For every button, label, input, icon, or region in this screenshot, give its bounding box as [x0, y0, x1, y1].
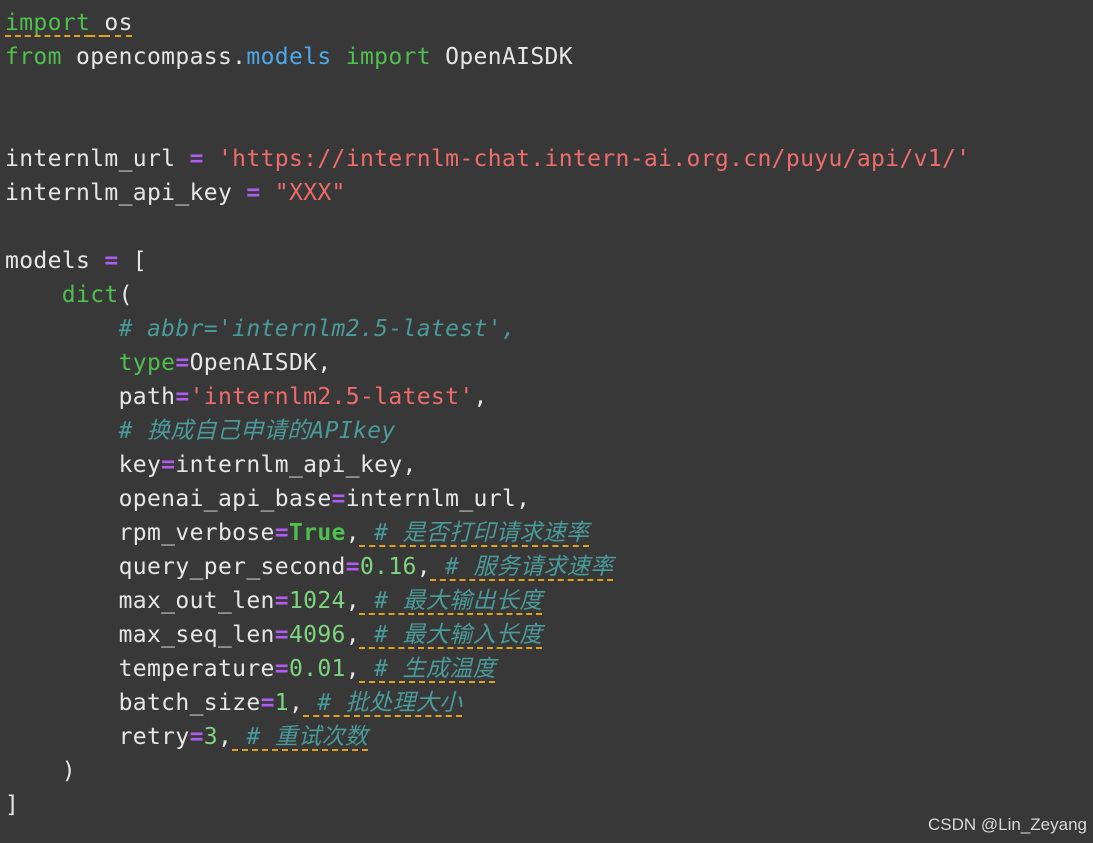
code-line-20: temperature=0.01, # 生成温度	[118, 656, 496, 682]
variable-name: internlm_url	[5, 146, 190, 172]
code-line-11: type=OpenAISDK,	[118, 350, 332, 376]
assign-operator: =	[274, 520, 289, 546]
code-line-13: # 换成自己申请的APIkey	[5, 414, 1093, 448]
param-key: path	[118, 384, 176, 410]
assign-operator: =	[260, 690, 275, 716]
param-key: retry	[118, 724, 190, 750]
code-editor: import os from opencompass.models import…	[0, 0, 1093, 843]
code-line-5: internlm_url = 'https://internlm-chat.in…	[5, 142, 1093, 176]
imported-name: OpenAISDK	[430, 44, 573, 70]
watermark: CSDN @Lin_Zeyang	[928, 815, 1087, 834]
code-comment: # 服务请求速率	[430, 554, 614, 580]
code-line-23: )	[5, 754, 1093, 788]
code-comment: # 最大输入长度	[359, 622, 543, 648]
code-line-18: max_out_len=1024, # 最大输出长度	[118, 588, 543, 614]
code-line-16: rpm_verbose=True, # 是否打印请求速率	[118, 520, 590, 546]
code-line-8: models = [	[5, 244, 1093, 278]
param-value: 0.16	[359, 554, 417, 580]
param-value: 0.01	[288, 656, 346, 682]
variable-name: models	[5, 248, 105, 274]
assign-operator: =	[189, 146, 204, 172]
param-key: temperature	[118, 656, 275, 682]
code-line-9: dict(	[5, 278, 1093, 312]
param-value: OpenAISDK	[189, 350, 318, 376]
assign-operator: =	[175, 384, 190, 410]
assign-operator: =	[274, 622, 289, 648]
variable-name: internlm_api_key	[5, 180, 247, 206]
assign-operator: =	[345, 554, 360, 580]
code-line-22: retry=3, # 重试次数	[118, 724, 369, 750]
assign-operator: =	[274, 588, 289, 614]
open-paren: (	[118, 282, 133, 308]
param-key: openai_api_base	[118, 486, 332, 512]
assign-operator: =	[246, 180, 261, 206]
code-comment: # 换成自己申请的APIkey	[118, 418, 396, 444]
module-name: os	[104, 10, 133, 36]
code-line-1: import os	[5, 6, 1093, 40]
assign-operator: =	[104, 248, 119, 274]
param-value: 1	[274, 690, 289, 716]
param-value: 'internlm2.5-latest'	[189, 384, 474, 410]
param-value: 1024	[288, 588, 346, 614]
assign-operator: =	[189, 724, 204, 750]
code-line-17: query_per_second=0.16, # 服务请求速率	[118, 554, 614, 580]
code-line-12: path='internlm2.5-latest',	[118, 384, 488, 410]
param-value: internlm_api_key	[175, 452, 403, 478]
param-key: rpm_verbose	[118, 520, 275, 546]
import-keyword: import	[5, 10, 91, 36]
param-key: key	[118, 452, 162, 478]
assign-operator: =	[175, 350, 190, 376]
code-line-19: max_seq_len=4096, # 最大输入长度	[118, 622, 543, 648]
string-literal: "XXX"	[274, 180, 346, 206]
close-paren: )	[61, 758, 76, 784]
param-value: 3	[203, 724, 218, 750]
string-literal: 'https://internlm-chat.intern-ai.org.cn/…	[217, 146, 971, 172]
param-key: max_out_len	[118, 588, 275, 614]
code-comment: # 生成温度	[359, 656, 496, 682]
code-comment: # 重试次数	[232, 724, 369, 750]
assign-operator: =	[331, 486, 346, 512]
close-bracket: ]	[5, 792, 20, 818]
code-line-15: openai_api_base=internlm_url,	[118, 486, 531, 512]
submodule-name: models	[246, 44, 332, 70]
param-key: type	[118, 350, 176, 376]
code-line-10: # abbr='internlm2.5-latest',	[5, 312, 1093, 346]
code-comment: # abbr='internlm2.5-latest',	[118, 316, 517, 342]
package-name: opencompass.	[61, 44, 247, 70]
param-key: batch_size	[118, 690, 261, 716]
param-value: 4096	[288, 622, 346, 648]
code-line-2: from opencompass.models import OpenAISDK	[5, 40, 1093, 74]
code-line-21: batch_size=1, # 批处理大小	[118, 690, 463, 716]
assign-operator: =	[161, 452, 176, 478]
code-comment: # 批处理大小	[303, 690, 463, 716]
code-comment: # 最大输出长度	[359, 588, 543, 614]
code-comment: # 是否打印请求速率	[359, 520, 590, 546]
builtin-function: dict	[61, 282, 119, 308]
from-keyword: from	[5, 44, 62, 70]
param-key: max_seq_len	[118, 622, 275, 648]
param-key: query_per_second	[118, 554, 346, 580]
code-line-14: key=internlm_api_key,	[118, 452, 417, 478]
param-value: internlm_url	[345, 486, 517, 512]
param-value: True	[288, 520, 346, 546]
open-bracket: [	[118, 248, 147, 274]
import-keyword: import	[345, 44, 431, 70]
code-line-6: internlm_api_key = "XXX"	[5, 176, 1093, 210]
assign-operator: =	[274, 656, 289, 682]
